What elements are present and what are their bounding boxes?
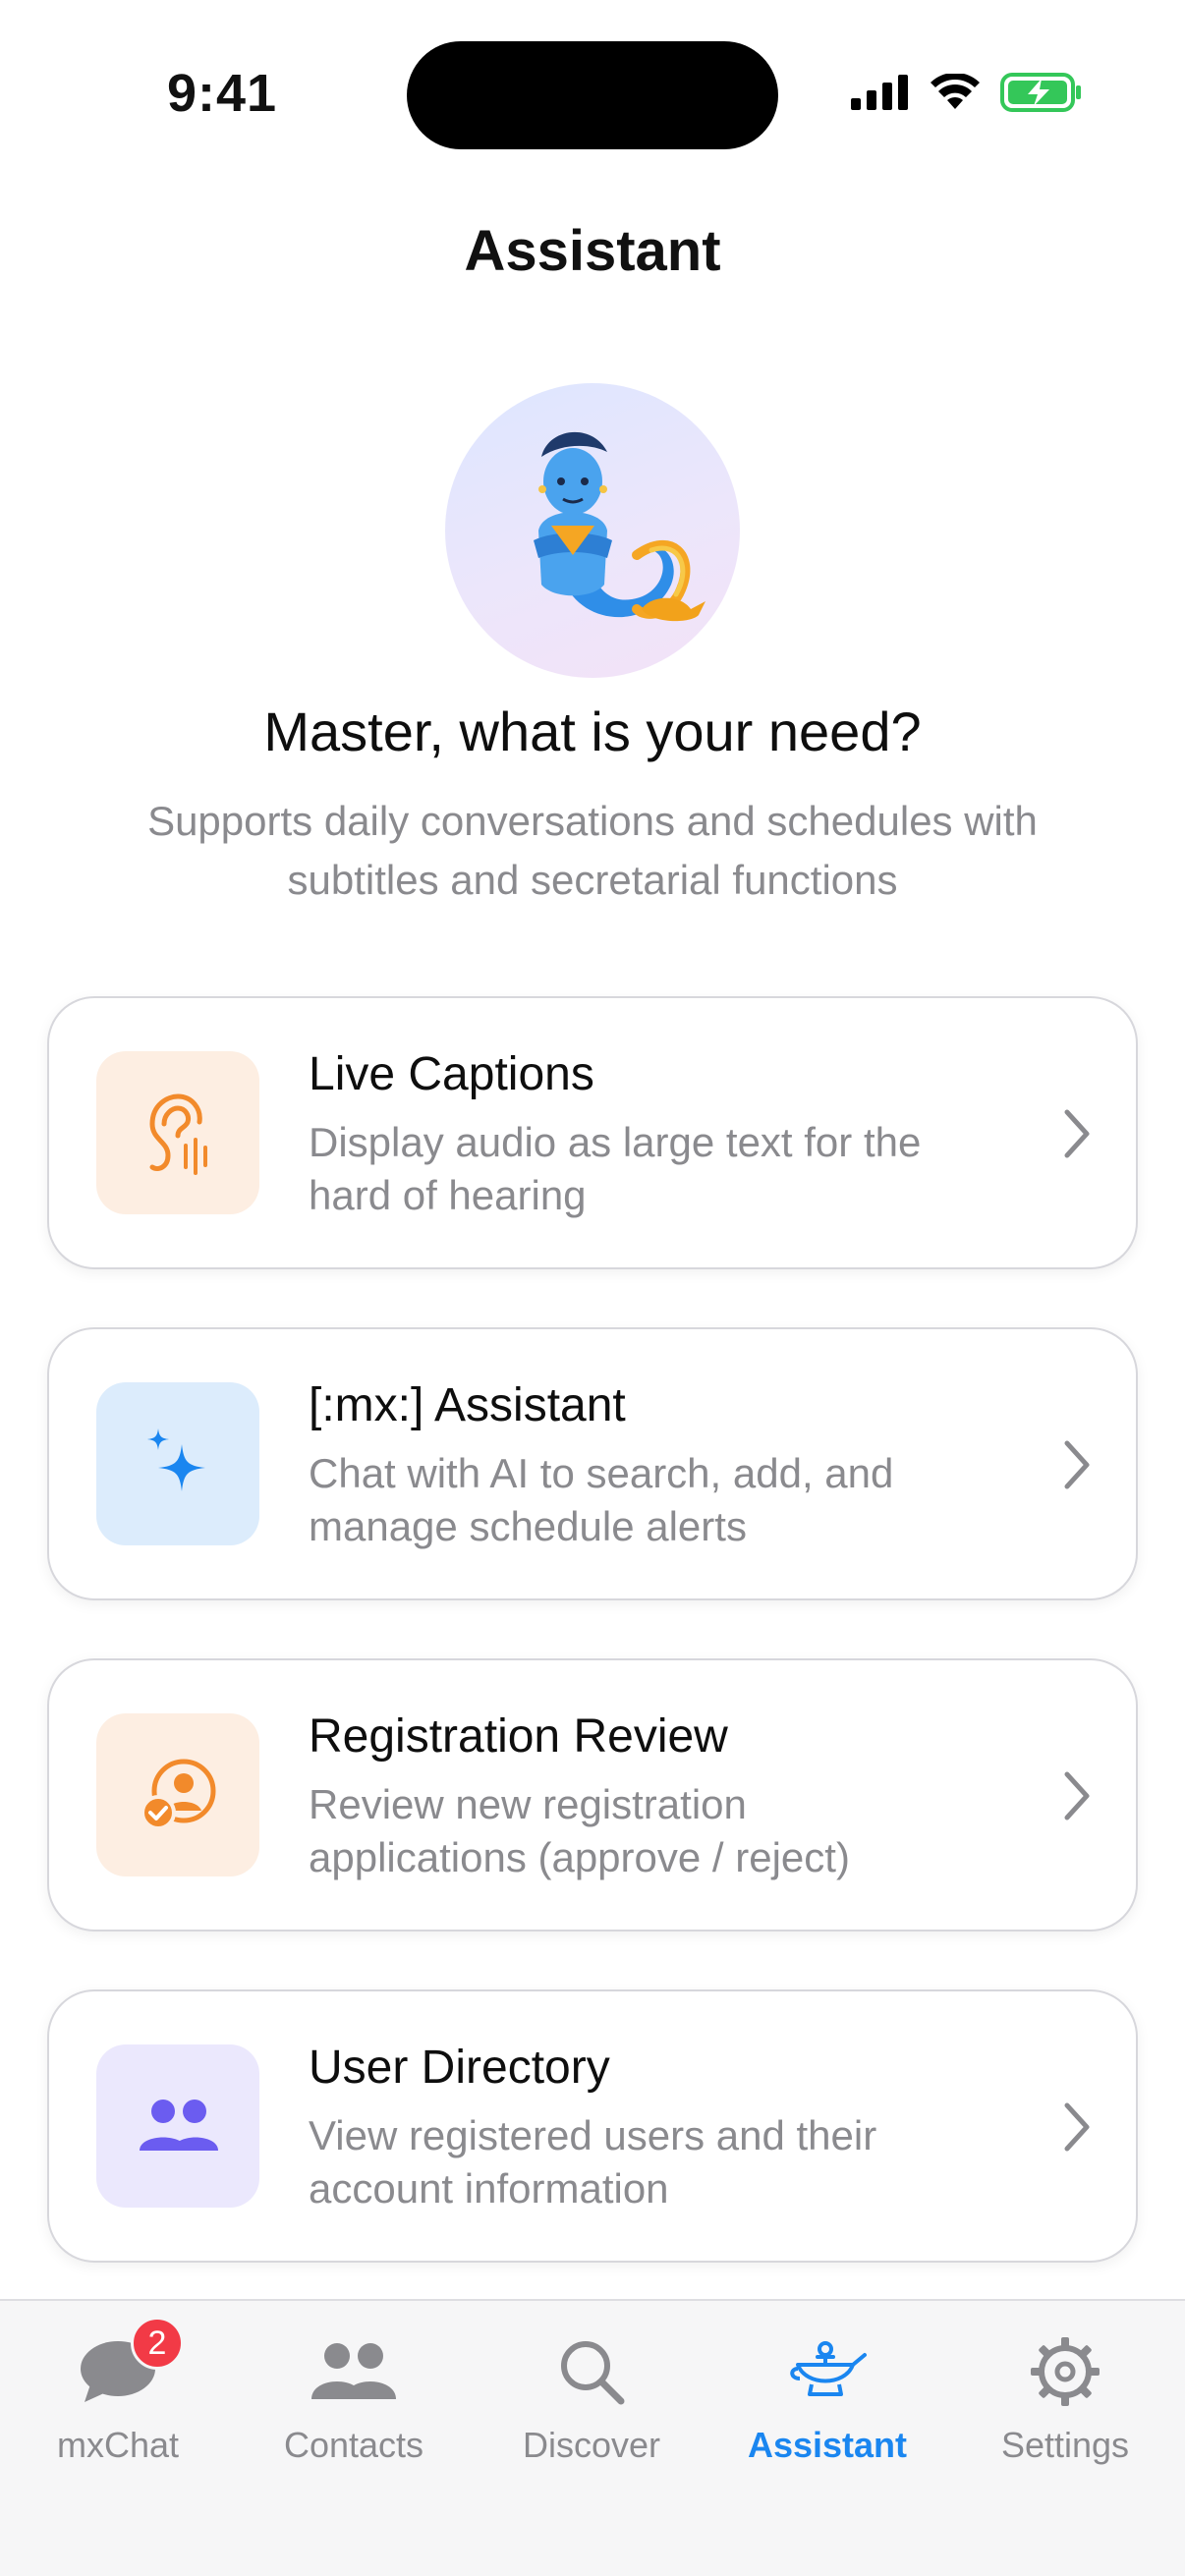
card-description: View registered users and their account …: [309, 2112, 877, 2212]
card-title: User Directory: [309, 2042, 610, 2094]
wifi-icon: [931, 74, 980, 109]
sparkles-icon: [147, 1428, 205, 1491]
card-title: Live Captions: [309, 1048, 594, 1100]
tab-contacts[interactable]: Contacts: [255, 2332, 452, 2490]
tab-icon-container: [547, 2332, 636, 2411]
tab-label: Discover: [522, 2425, 661, 2465]
card-description: Review new registration applications (ap…: [309, 1781, 850, 1880]
search-icon: [561, 2341, 625, 2405]
dynamic-island: [407, 41, 778, 149]
page-title: Assistant: [464, 219, 721, 283]
card-icon-container: [96, 1713, 259, 1876]
card-description: Chat with AI to search, add, and manage …: [309, 1450, 894, 1549]
card-title: Registration Review: [309, 1710, 728, 1763]
users-icon: [140, 2100, 218, 2151]
tab-bar: 2 mxChat Contacts Discover Assistant Set…: [0, 2299, 1185, 2576]
mx-assistant-card[interactable]: [:mx:] Assistant Chat with AI to search,…: [47, 1327, 1138, 1600]
live-captions-card[interactable]: Live Captions Display audio as large tex…: [47, 996, 1138, 1269]
assistant-avatar: [445, 383, 740, 678]
tab-settings[interactable]: Settings: [967, 2332, 1163, 2490]
tab-mxchat[interactable]: 2 mxChat: [20, 2317, 216, 2490]
status-time: 9:41: [167, 64, 278, 123]
tab-icon-container: [1021, 2332, 1109, 2411]
card-title: [:mx:] Assistant: [309, 1379, 626, 1431]
tab-label: mxChat: [56, 2425, 180, 2465]
unread-badge: 2: [131, 2317, 184, 2370]
chevron-right-icon: [1064, 1440, 1090, 1489]
user-directory-card[interactable]: User Directory View registered users and…: [47, 1989, 1138, 2263]
battery-charging-icon: [1000, 73, 1081, 112]
tab-icon-container: [310, 2332, 398, 2411]
tab-label: Settings: [1000, 2425, 1130, 2465]
user-check-icon: [141, 1759, 216, 1830]
tab-icon-container: 2: [74, 2317, 184, 2411]
chevron-right-icon: [1064, 2102, 1090, 2152]
card-description: Display audio as large text for the hard…: [309, 1119, 922, 1218]
card-icon-container: [96, 1382, 259, 1545]
gear-icon: [1031, 2337, 1100, 2406]
tab-label: Assistant: [747, 2425, 908, 2465]
ear-icon: [149, 1093, 207, 1175]
cellular-signal-icon: [851, 75, 908, 110]
card-icon-container: [96, 1051, 259, 1214]
hero-headline: Master, what is your need?: [263, 700, 922, 762]
status-bar: 9:41: [0, 0, 1185, 187]
registration-review-card[interactable]: Registration Review Review new registrat…: [47, 1658, 1138, 1932]
tab-discover[interactable]: Discover: [493, 2332, 690, 2490]
genie-icon: [534, 431, 705, 622]
contacts-icon: [311, 2343, 396, 2399]
hero-subtitle: Supports daily conversations and schedul…: [147, 798, 1038, 903]
status-icons: [851, 73, 1083, 112]
tab-icon-container: [783, 2332, 872, 2411]
tab-assistant[interactable]: Assistant: [729, 2332, 926, 2490]
card-icon-container: [96, 2044, 259, 2208]
tab-label: Contacts: [283, 2425, 424, 2465]
genie-lamp-icon: [790, 2341, 867, 2396]
chevron-right-icon: [1064, 1771, 1090, 1820]
chevron-right-icon: [1064, 1109, 1090, 1158]
